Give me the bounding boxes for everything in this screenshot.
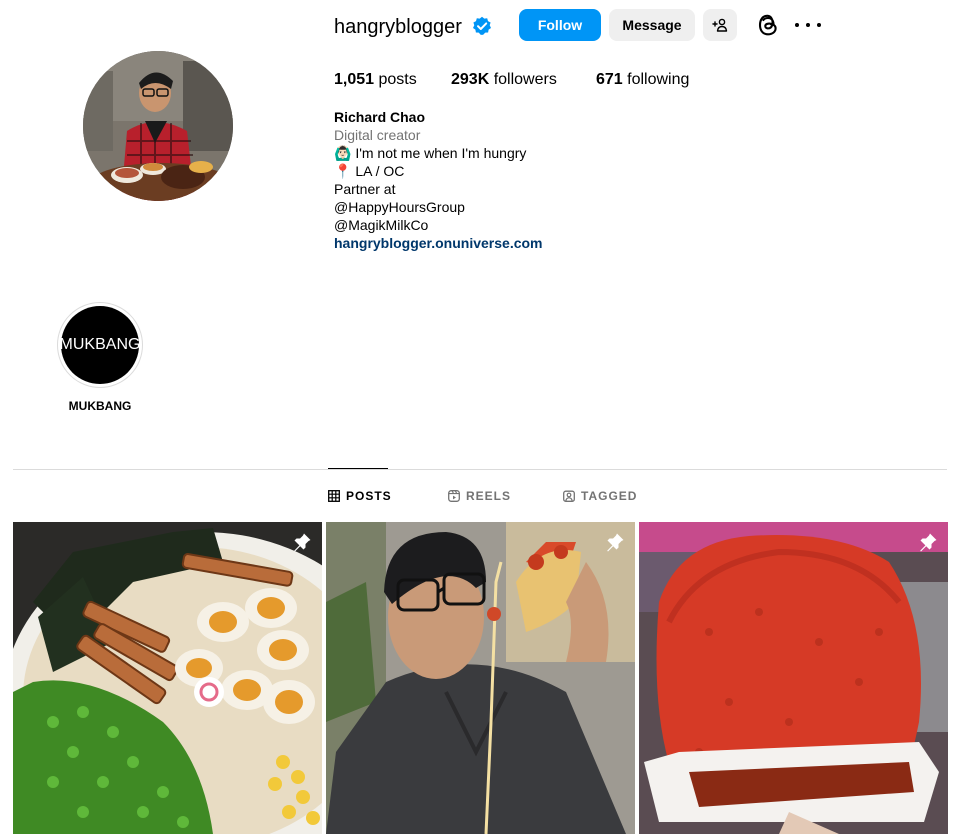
active-tab-indicator bbox=[328, 468, 388, 469]
bio-line: 🙆🏻‍♂️ I'm not me when I'm hungry bbox=[334, 145, 527, 161]
post-image-pizza-selfie bbox=[326, 522, 635, 834]
tab-label: TAGGED bbox=[581, 489, 638, 503]
post-thumbnail[interactable] bbox=[326, 522, 635, 834]
story-highlight[interactable]: MUKBANG bbox=[57, 302, 143, 388]
bio-category: Digital creator bbox=[334, 127, 421, 143]
bio-line: Partner at bbox=[334, 181, 396, 197]
bio-mention-link[interactable]: @HappyHoursGroup bbox=[334, 198, 543, 216]
avatar-photo bbox=[83, 51, 233, 201]
tabs-divider bbox=[13, 469, 947, 470]
highlight-label[interactable]: MUKBANG bbox=[50, 398, 150, 414]
more-options-icon[interactable] bbox=[795, 14, 821, 36]
profile-avatar[interactable] bbox=[83, 51, 233, 201]
tagged-icon bbox=[563, 490, 575, 502]
post-thumbnail[interactable] bbox=[639, 522, 948, 834]
profile-bio: Richard Chao Digital creator 🙆🏻‍♂️ I'm n… bbox=[334, 108, 543, 252]
follow-button[interactable]: Follow bbox=[519, 9, 601, 41]
message-button[interactable]: Message bbox=[609, 9, 695, 41]
tab-label: REELS bbox=[466, 489, 512, 503]
tab-label: POSTS bbox=[346, 489, 392, 503]
suggested-users-button[interactable] bbox=[703, 9, 737, 41]
post-image-watermelon bbox=[639, 522, 948, 834]
highlight-cover-text: MUKBANG bbox=[60, 306, 140, 384]
following-count[interactable]: 671 following bbox=[596, 70, 689, 90]
posts-count: 1,051 posts bbox=[334, 71, 417, 88]
bio-full-name: Richard Chao bbox=[334, 109, 426, 125]
pinned-post-icon bbox=[607, 533, 624, 552]
reels-icon bbox=[448, 490, 460, 502]
tab-tagged[interactable]: TAGGED bbox=[563, 488, 637, 504]
pinned-post-icon bbox=[920, 533, 937, 552]
profile-username: hangryblogger bbox=[334, 16, 462, 38]
pinned-post-icon bbox=[294, 533, 311, 552]
bio-line: 📍 LA / OC bbox=[334, 163, 405, 179]
bio-mention-link[interactable]: @MagikMilkCo bbox=[334, 216, 543, 234]
post-image-ramen bbox=[13, 522, 322, 834]
bio-website-link[interactable]: hangryblogger.onuniverse.com bbox=[334, 234, 543, 252]
followers-count[interactable]: 293K followers bbox=[451, 70, 557, 90]
tab-posts[interactable]: POSTS bbox=[328, 488, 392, 504]
threads-icon[interactable] bbox=[756, 12, 780, 38]
verified-badge-icon bbox=[473, 16, 491, 35]
grid-icon bbox=[328, 490, 340, 502]
post-thumbnail[interactable] bbox=[13, 522, 322, 834]
tab-reels[interactable]: REELS bbox=[448, 488, 511, 504]
add-user-icon bbox=[712, 18, 728, 32]
